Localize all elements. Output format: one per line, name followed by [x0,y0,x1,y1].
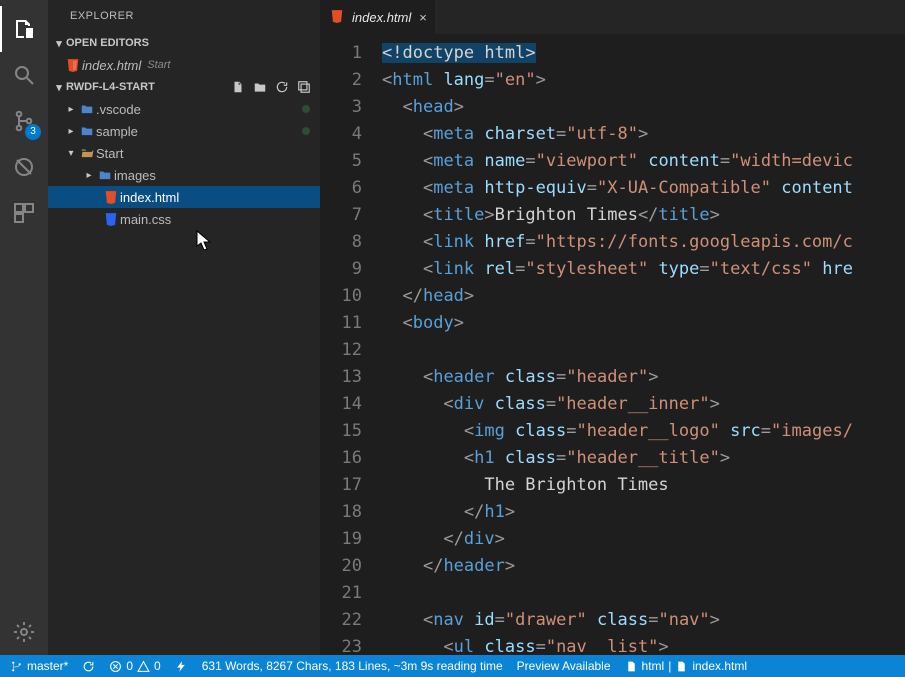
branch-icon [10,660,23,673]
tree-item-label: main.css [120,212,171,227]
chevron-down-icon: ▾ [52,81,66,94]
bolt-icon [175,660,188,673]
tree-folder-sample[interactable]: ▸ sample [48,120,320,142]
folder-label: RWDF-L4-START [66,81,230,93]
folder-icon [78,102,96,116]
settings-activity[interactable] [0,609,48,655]
status-errors: 0 [126,659,133,673]
app-root: 3 EXPLORER ▾ OPEN EDITORS i [0,0,905,677]
folder-icon [96,168,114,182]
collapse-all-icon[interactable] [296,79,312,95]
tab-close-icon[interactable]: × [419,10,427,25]
open-editors-list: index.html Start [48,54,320,76]
open-editor-item[interactable]: index.html Start [48,54,320,76]
line-number-gutter: 1234567891011121314151617181920212223 [320,34,380,655]
tree-item-label: sample [96,124,138,139]
gear-icon [12,620,36,644]
files-icon [12,17,36,41]
status-separator: | [668,659,671,673]
tree-folder-start[interactable]: ▾ Start [48,142,320,164]
folder-actions [230,79,320,95]
status-reading-label: 631 Words, 8267 Chars, 183 Lines, ~3m 9s… [202,659,503,673]
chevron-down-icon: ▾ [64,148,78,159]
folder-header[interactable]: ▾ RWDF-L4-START [48,76,320,98]
tree-folder-vscode[interactable]: ▸ .vscode [48,98,320,120]
tree-item-label: Start [96,146,123,161]
code-editor[interactable]: 1234567891011121314151617181920212223 <!… [320,34,905,655]
chevron-right-icon: ▸ [64,126,78,137]
tree-file-maincss[interactable]: main.css [48,208,320,230]
status-language[interactable]: html | index.html [621,655,752,677]
debug-activity[interactable] [0,144,48,190]
explorer-activity[interactable] [0,6,48,52]
folder-icon [78,124,96,138]
dirty-dot-icon [302,127,310,135]
status-warnings: 0 [154,659,161,673]
tree-item-label: images [114,168,156,183]
html-icon [64,58,82,72]
file-icon [675,660,688,673]
tree-item-label: index.html [120,190,179,205]
extensions-activity[interactable] [0,190,48,236]
scm-badge: 3 [25,124,41,140]
file-icon [625,660,638,673]
extensions-icon [12,201,36,225]
error-icon [109,660,122,673]
editor-tabs: index.html × [320,0,905,34]
html-icon [102,190,120,204]
tab-index-html[interactable]: index.html × [320,0,435,34]
status-reading-time[interactable]: 631 Words, 8267 Chars, 183 Lines, ~3m 9s… [198,655,507,677]
status-file-label: index.html [692,659,747,673]
status-lang-label: html [642,659,665,673]
search-activity[interactable] [0,52,48,98]
html-icon [330,9,346,25]
tab-title: index.html [352,10,411,25]
explorer-sidebar: EXPLORER ▾ OPEN EDITORS index.html Start… [48,0,320,655]
chevron-right-icon: ▸ [64,104,78,115]
refresh-icon[interactable] [274,79,290,95]
code-content[interactable]: <!doctype html><html lang="en"> <head> <… [380,34,905,655]
status-problems[interactable]: 0 0 [105,655,164,677]
chevron-right-icon: ▸ [82,170,96,181]
status-branch[interactable]: master* [6,655,72,677]
scm-activity[interactable]: 3 [0,98,48,144]
chevron-down-icon: ▾ [52,37,66,50]
folder-open-icon [78,146,96,160]
mouse-cursor-icon [196,230,216,252]
css-icon [102,212,120,226]
main-area: 3 EXPLORER ▾ OPEN EDITORS i [0,0,905,655]
status-bar: master* 0 0 631 Words, 8267 Chars, 183 L… [0,655,905,677]
open-editor-name: index.html [82,58,141,73]
activity-bar: 3 [0,0,48,655]
new-folder-icon[interactable] [252,79,268,95]
sync-icon [82,660,95,673]
warning-icon [137,660,150,673]
folder-tree: ▸ .vscode ▸ sample ▾ Start ▸ [48,98,320,230]
dirty-dot-icon [302,105,310,113]
editor-area: index.html × 123456789101112131415161718… [320,0,905,655]
tree-item-label: .vscode [96,102,141,117]
status-preview-label: Preview Available [517,659,611,673]
new-file-icon[interactable] [230,79,246,95]
open-editors-label: OPEN EDITORS [66,37,320,49]
open-editors-header[interactable]: ▾ OPEN EDITORS [48,32,320,54]
status-branch-label: master* [27,659,68,673]
tree-file-index[interactable]: index.html [48,186,320,208]
tree-folder-images[interactable]: ▸ images [48,164,320,186]
bug-icon [12,155,36,179]
status-lightning[interactable] [171,655,192,677]
status-preview[interactable]: Preview Available [513,655,615,677]
open-editor-hint: Start [147,59,170,71]
search-icon [12,63,36,87]
sidebar-title: EXPLORER [48,0,320,32]
status-sync[interactable] [78,655,99,677]
